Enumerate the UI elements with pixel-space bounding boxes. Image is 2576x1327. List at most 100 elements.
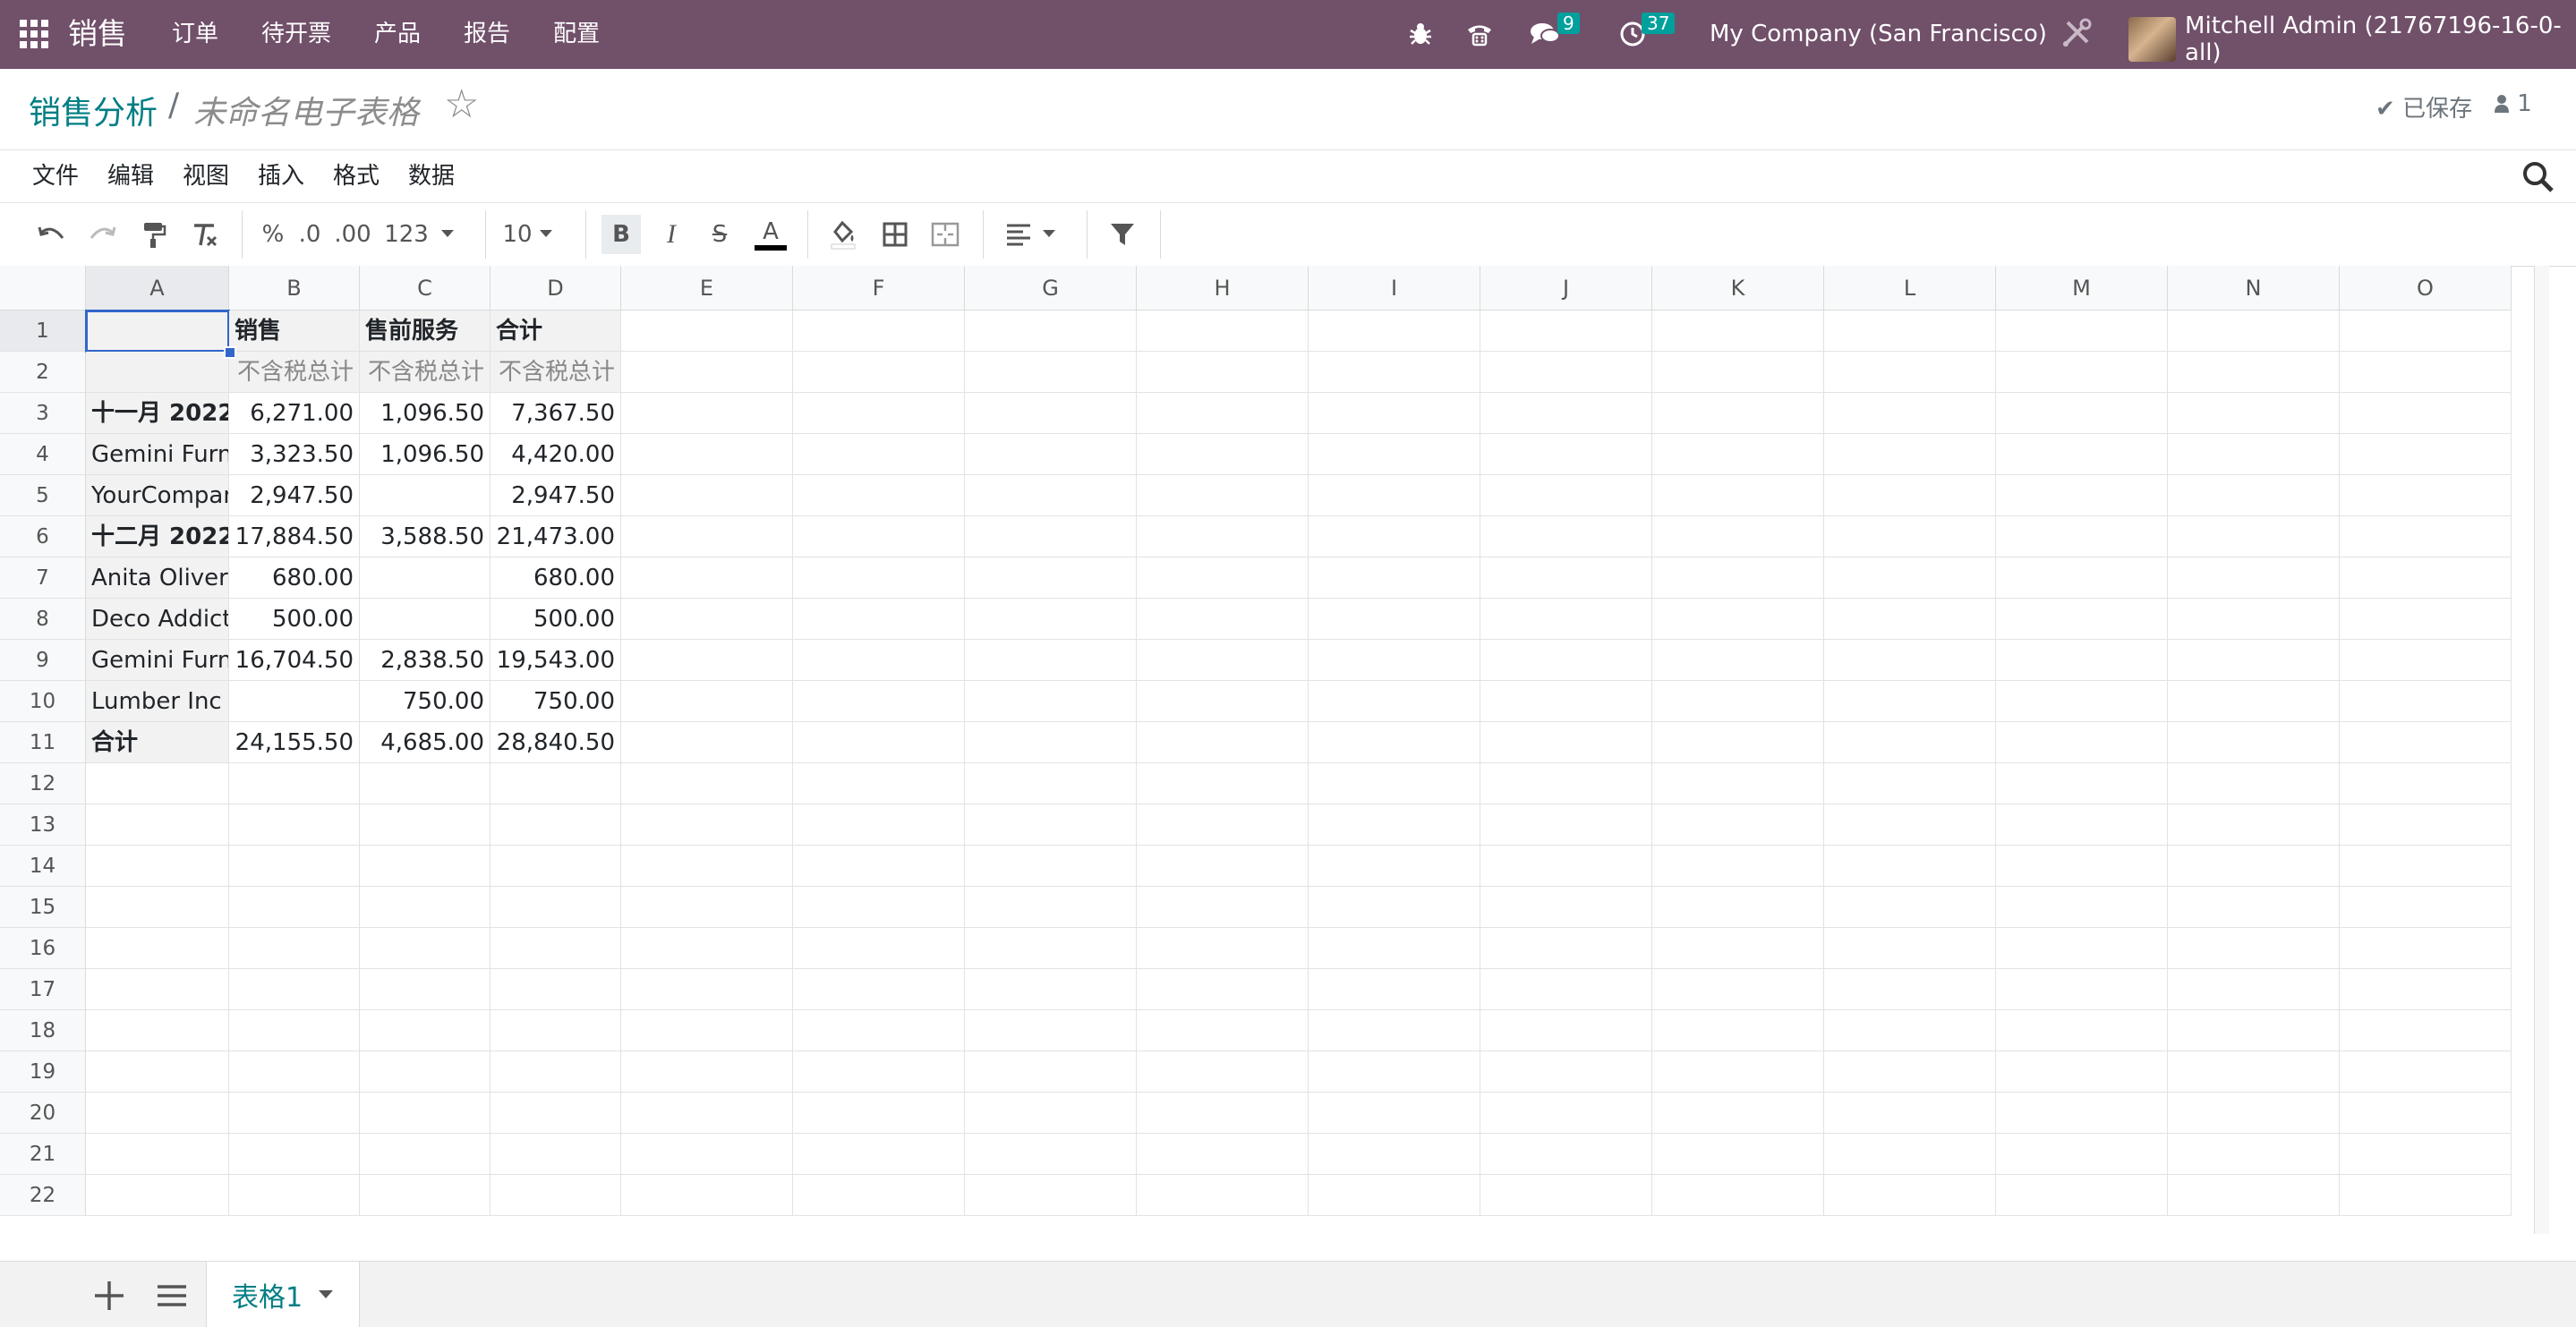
- strikethrough-button[interactable]: S: [702, 215, 738, 254]
- cell-M9[interactable]: [1996, 640, 2168, 681]
- cell-F11[interactable]: [793, 722, 965, 763]
- cell-F7[interactable]: [793, 557, 965, 599]
- cell-H9[interactable]: [1137, 640, 1309, 681]
- cell-J14[interactable]: [1480, 846, 1652, 887]
- cell-A14[interactable]: [86, 846, 229, 887]
- align-caret-icon[interactable]: [1038, 215, 1060, 254]
- cell-L18[interactable]: [1824, 1010, 1996, 1051]
- cell-G9[interactable]: [965, 640, 1137, 681]
- cell-M11[interactable]: [1996, 722, 2168, 763]
- cell-B8[interactable]: 500.00: [229, 599, 360, 640]
- cell-E13[interactable]: [621, 804, 793, 846]
- cell-G14[interactable]: [965, 846, 1137, 887]
- cell-L1[interactable]: [1824, 310, 1996, 352]
- cell-M19[interactable]: [1996, 1051, 2168, 1093]
- cell-F14[interactable]: [793, 846, 965, 887]
- cell-G19[interactable]: [965, 1051, 1137, 1093]
- cell-I6[interactable]: [1309, 516, 1480, 557]
- cell-I4[interactable]: [1309, 434, 1480, 475]
- cell-A15[interactable]: [86, 887, 229, 928]
- cell-K10[interactable]: [1652, 681, 1824, 722]
- sheet-list-icon[interactable]: [152, 1276, 192, 1315]
- cell-N13[interactable]: [2168, 804, 2340, 846]
- cell-C8[interactable]: [360, 599, 490, 640]
- cell-N4[interactable]: [2168, 434, 2340, 475]
- cell-J18[interactable]: [1480, 1010, 1652, 1051]
- row-header-21[interactable]: 21: [0, 1134, 86, 1175]
- cell-K12[interactable]: [1652, 763, 1824, 804]
- cell-C22[interactable]: [360, 1175, 490, 1216]
- cell-N11[interactable]: [2168, 722, 2340, 763]
- menu-reporting[interactable]: 报告: [464, 18, 510, 50]
- selection-autofill-handle[interactable]: [224, 346, 236, 359]
- cell-B13[interactable]: [229, 804, 360, 846]
- cell-L17[interactable]: [1824, 969, 1996, 1010]
- cell-N1[interactable]: [2168, 310, 2340, 352]
- row-header-6[interactable]: 6: [0, 516, 86, 557]
- column-header-E[interactable]: E: [621, 266, 793, 310]
- cell-G6[interactable]: [965, 516, 1137, 557]
- vertical-scrollbar[interactable]: [2534, 266, 2549, 1234]
- cell-H13[interactable]: [1137, 804, 1309, 846]
- cell-L9[interactable]: [1824, 640, 1996, 681]
- cell-A6[interactable]: 十二月 2022: [86, 516, 229, 557]
- cell-K18[interactable]: [1652, 1010, 1824, 1051]
- menu-configuration[interactable]: 配置: [553, 18, 600, 50]
- cell-N14[interactable]: [2168, 846, 2340, 887]
- cell-H6[interactable]: [1137, 516, 1309, 557]
- cell-E7[interactable]: [621, 557, 793, 599]
- cell-F4[interactable]: [793, 434, 965, 475]
- cell-E20[interactable]: [621, 1093, 793, 1134]
- cell-G11[interactable]: [965, 722, 1137, 763]
- cell-L22[interactable]: [1824, 1175, 1996, 1216]
- cell-C6[interactable]: 3,588.50: [360, 516, 490, 557]
- cell-M3[interactable]: [1996, 393, 2168, 434]
- number-format-caret-icon[interactable]: [437, 215, 458, 254]
- format-percent-button[interactable]: %: [258, 215, 288, 254]
- cell-B6[interactable]: 17,884.50: [229, 516, 360, 557]
- cell-I3[interactable]: [1309, 393, 1480, 434]
- cell-E16[interactable]: [621, 928, 793, 969]
- column-header-O[interactable]: O: [2340, 266, 2512, 310]
- cell-M7[interactable]: [1996, 557, 2168, 599]
- cell-H15[interactable]: [1137, 887, 1309, 928]
- column-header-N[interactable]: N: [2168, 266, 2340, 310]
- cell-M10[interactable]: [1996, 681, 2168, 722]
- cell-K19[interactable]: [1652, 1051, 1824, 1093]
- cell-M17[interactable]: [1996, 969, 2168, 1010]
- row-header-12[interactable]: 12: [0, 763, 86, 804]
- cell-D15[interactable]: [490, 887, 621, 928]
- menu-insert[interactable]: 插入: [258, 161, 304, 191]
- cell-B11[interactable]: 24,155.50: [229, 722, 360, 763]
- cell-G16[interactable]: [965, 928, 1137, 969]
- cell-G8[interactable]: [965, 599, 1137, 640]
- italic-button[interactable]: I: [653, 215, 689, 254]
- cell-J5[interactable]: [1480, 475, 1652, 516]
- column-header-F[interactable]: F: [793, 266, 965, 310]
- cell-K6[interactable]: [1652, 516, 1824, 557]
- cell-D5[interactable]: 2,947.50: [490, 475, 621, 516]
- cell-K4[interactable]: [1652, 434, 1824, 475]
- cell-A19[interactable]: [86, 1051, 229, 1093]
- text-color-button[interactable]: A: [752, 215, 789, 254]
- menu-edit[interactable]: 编辑: [107, 161, 154, 191]
- cell-I17[interactable]: [1309, 969, 1480, 1010]
- cell-B21[interactable]: [229, 1134, 360, 1175]
- row-header-18[interactable]: 18: [0, 1010, 86, 1051]
- cell-E14[interactable]: [621, 846, 793, 887]
- cell-I16[interactable]: [1309, 928, 1480, 969]
- cell-M12[interactable]: [1996, 763, 2168, 804]
- cell-K3[interactable]: [1652, 393, 1824, 434]
- cell-I7[interactable]: [1309, 557, 1480, 599]
- menu-format[interactable]: 格式: [333, 161, 380, 191]
- cell-F19[interactable]: [793, 1051, 965, 1093]
- cell-M21[interactable]: [1996, 1134, 2168, 1175]
- cell-C5[interactable]: [360, 475, 490, 516]
- cell-A17[interactable]: [86, 969, 229, 1010]
- cell-F10[interactable]: [793, 681, 965, 722]
- cell-D18[interactable]: [490, 1010, 621, 1051]
- cell-H22[interactable]: [1137, 1175, 1309, 1216]
- cell-G5[interactable]: [965, 475, 1137, 516]
- cell-E22[interactable]: [621, 1175, 793, 1216]
- undo-icon[interactable]: [34, 215, 70, 254]
